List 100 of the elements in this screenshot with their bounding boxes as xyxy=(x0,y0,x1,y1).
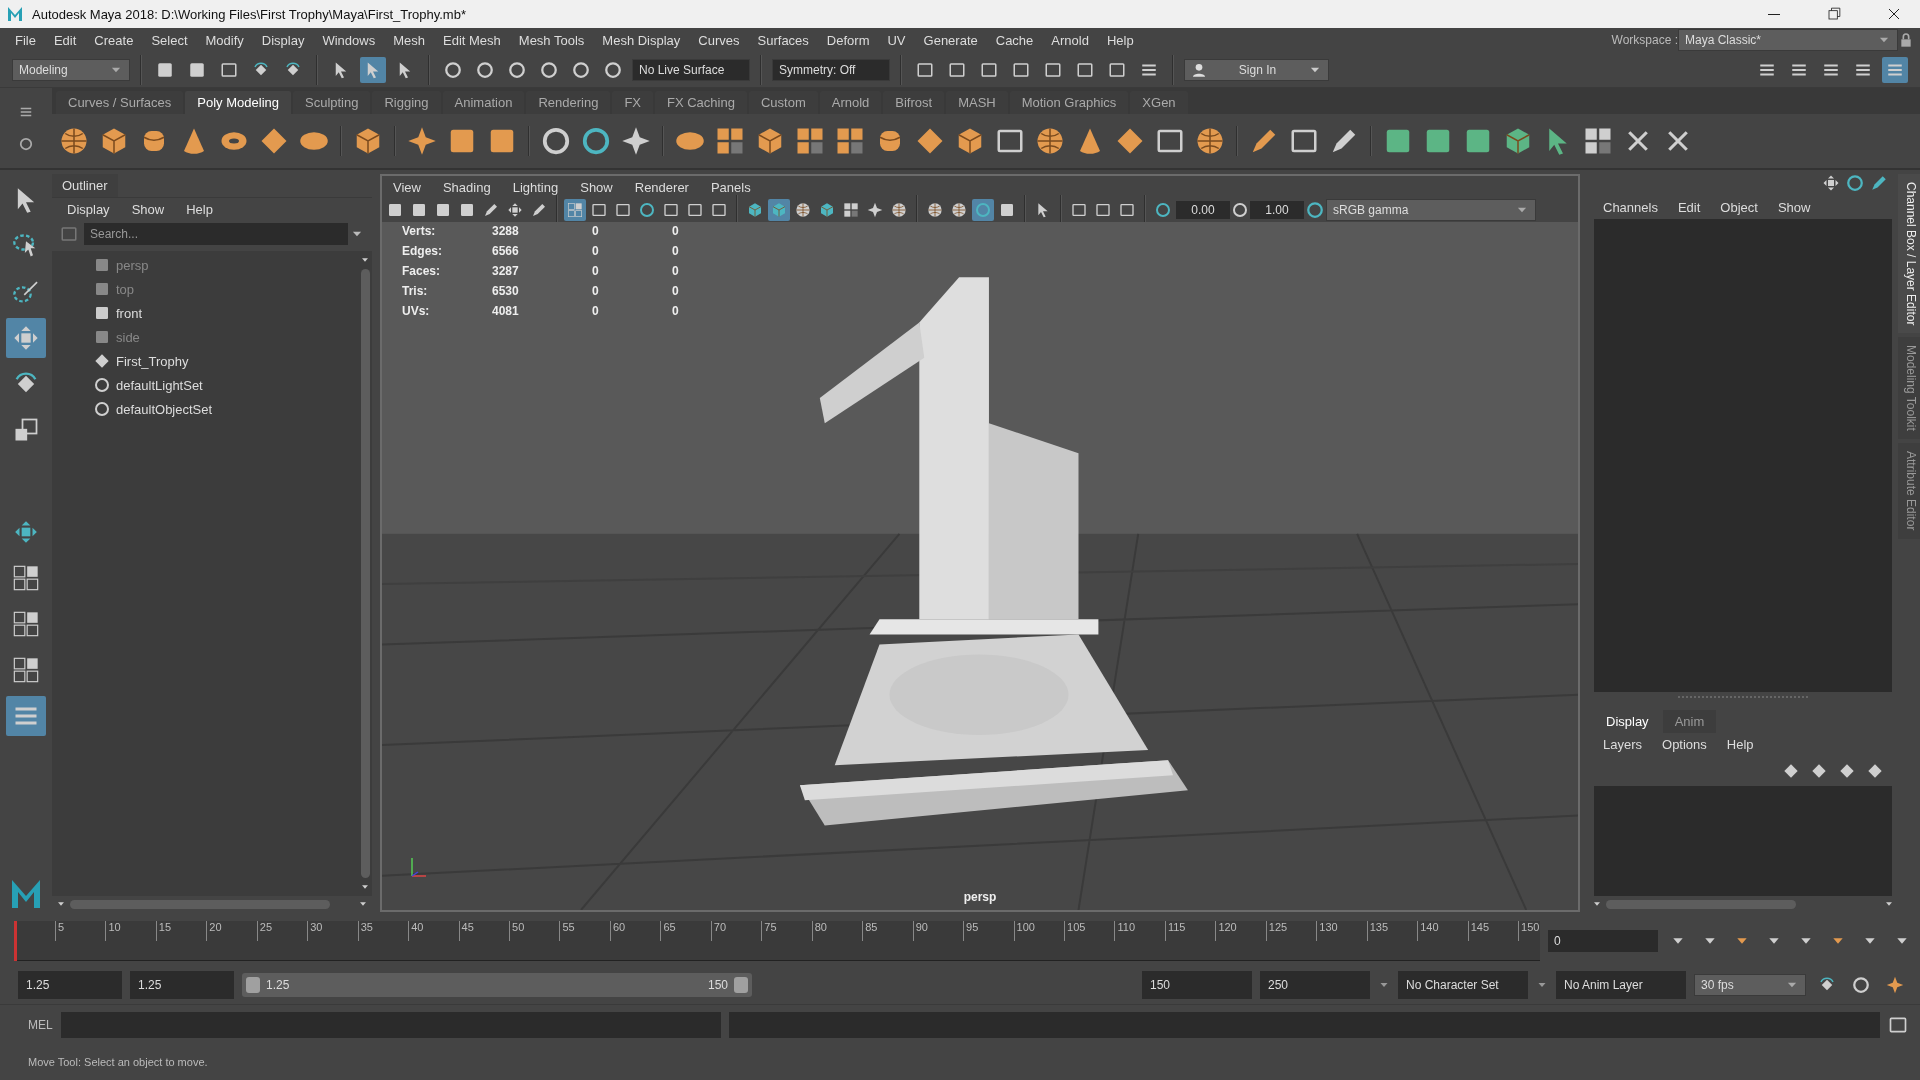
menu-item[interactable]: Show xyxy=(571,179,622,195)
menu-item[interactable]: Mesh Display xyxy=(593,32,690,48)
range-slider[interactable]: 1.25 150 xyxy=(242,973,752,997)
shelf-tab[interactable]: XGen xyxy=(1130,91,1188,114)
outliner-tab[interactable]: Outliner xyxy=(52,174,118,197)
outliner-item[interactable]: defaultLightSet xyxy=(94,373,358,397)
shelf-tab[interactable]: Poly Modeling xyxy=(185,91,291,114)
menu-item[interactable]: Edit xyxy=(44,32,86,48)
scrollbar-thumb[interactable] xyxy=(360,269,370,878)
viewport-tool-button[interactable] xyxy=(564,199,586,221)
menu-item[interactable]: Windows xyxy=(313,32,385,48)
menu-set-dropdown[interactable]: Modeling xyxy=(12,58,130,81)
shelf-tab[interactable]: Custom xyxy=(748,91,818,114)
character-set-field[interactable]: No Character Set xyxy=(1398,971,1528,999)
shelf-tab[interactable]: Animation xyxy=(442,91,525,114)
menu-item[interactable]: Lighting xyxy=(503,179,568,195)
layer-tab[interactable]: Anim xyxy=(1662,710,1717,733)
menu-item[interactable]: Options xyxy=(1653,737,1716,752)
anim-layer-field[interactable]: No Anim Layer xyxy=(1556,971,1686,999)
shelf-tab[interactable]: Bifrost xyxy=(883,91,945,114)
layout-icon xyxy=(12,656,40,684)
frame-tick: 40 xyxy=(408,921,459,941)
menu-item[interactable]: Show xyxy=(122,202,174,217)
shelf-tab[interactable]: Rigging xyxy=(372,91,441,114)
end-time-field[interactable]: 250 xyxy=(1260,971,1370,999)
shelf-tab[interactable]: Curves / Surfaces xyxy=(56,91,184,114)
fps-dropdown[interactable]: 30 fps xyxy=(1694,974,1806,996)
outliner-item[interactable]: defaultObjectSet xyxy=(94,397,358,421)
menu-item[interactable]: Cache xyxy=(986,32,1043,48)
side-tab[interactable]: Attribute Editor xyxy=(1898,443,1920,539)
menu-item[interactable]: Display xyxy=(58,202,119,217)
sign-in-button[interactable]: Sign In xyxy=(1184,58,1329,81)
menu-item[interactable]: Edit Mesh xyxy=(434,32,510,48)
hud-value: 0 xyxy=(672,224,680,238)
color-space-dropdown[interactable]: sRGB gamma xyxy=(1326,199,1536,221)
scrollbar-thumb[interactable] xyxy=(1606,899,1796,909)
menu-item[interactable]: File xyxy=(6,32,45,48)
shelf-tab[interactable]: Arnold xyxy=(819,91,882,114)
shelf-tab[interactable]: Sculpting xyxy=(293,91,371,114)
menu-item[interactable]: Help xyxy=(1097,32,1143,48)
help-line: Move Tool: Select an object to move. xyxy=(27,1055,209,1070)
shelf-tab[interactable]: FX xyxy=(612,91,653,114)
menu-item[interactable]: Object xyxy=(1711,200,1767,215)
outliner-item[interactable]: First_Trophy xyxy=(94,349,358,373)
menu-item[interactable]: Arnold xyxy=(1042,32,1098,48)
layout-icon xyxy=(12,610,40,638)
menu-item[interactable]: Surfaces xyxy=(748,32,818,48)
menu-item[interactable]: Mesh xyxy=(384,32,434,48)
menu-item[interactable]: Help xyxy=(1717,737,1763,752)
diamond-icon xyxy=(259,126,289,156)
menu-item[interactable]: Create xyxy=(85,32,143,48)
menu-item[interactable]: Show xyxy=(1768,200,1820,215)
search-field[interactable]: Search... xyxy=(84,223,348,245)
menu-item[interactable]: Deform xyxy=(817,32,879,48)
side-tab[interactable]: Channel Box / Layer Editor xyxy=(1898,174,1920,334)
menu-item[interactable]: Edit xyxy=(1668,200,1710,215)
select-mode-button[interactable] xyxy=(360,56,386,83)
hud-label: Edges: xyxy=(402,244,443,258)
menu-item[interactable]: Layers xyxy=(1594,737,1652,752)
symmetry-dropdown[interactable]: Symmetry: Off xyxy=(772,58,890,81)
workspace-dropdown[interactable]: Maya Classic* xyxy=(1678,29,1898,51)
frame-icon xyxy=(1119,202,1135,218)
person-icon xyxy=(1191,61,1207,78)
menu-item[interactable]: Panels xyxy=(701,179,760,195)
frame-tick: 60 xyxy=(609,921,661,941)
menu-item[interactable]: Select xyxy=(142,32,197,48)
menu-item[interactable]: View xyxy=(384,179,430,195)
scrollbar-thumb[interactable] xyxy=(70,899,330,909)
current-frame-field[interactable]: 0 xyxy=(1548,930,1658,952)
outliner-item[interactable]: front xyxy=(94,301,358,325)
shelf-tab[interactable]: MASH xyxy=(946,91,1008,114)
layout-icon xyxy=(12,564,40,592)
sphere-icon xyxy=(891,202,907,218)
frame-tick: 135 xyxy=(1366,921,1418,941)
live-surface-field[interactable]: No Live Surface xyxy=(632,58,750,81)
grid-icon xyxy=(567,202,583,218)
side-tab[interactable]: Modeling Toolkit xyxy=(1898,337,1920,440)
lock-icon xyxy=(1898,32,1914,48)
menu-item[interactable]: Generate xyxy=(914,32,987,48)
menu-item[interactable]: Renderer xyxy=(625,179,698,195)
shelf-tab[interactable]: Rendering xyxy=(526,91,611,114)
menu-item[interactable]: Help xyxy=(177,202,222,217)
shelf-tab[interactable]: FX Caching xyxy=(655,91,747,114)
time-slider[interactable]: 5 10 15 20 25 30 35 40 45 50 55 60 65 70 75 80 85 90 95 100 105 110 115 120 125 130 135 140 145 150 xyxy=(14,921,1540,961)
menu-item[interactable]: UV xyxy=(878,32,915,48)
start-time-field[interactable]: 1.25 xyxy=(18,971,122,999)
command-input[interactable] xyxy=(60,1011,721,1038)
menu-item[interactable]: Curves xyxy=(689,32,749,48)
menu-item[interactable]: Shading xyxy=(433,179,500,195)
gamma-field[interactable]: 1.00 xyxy=(1250,201,1304,219)
shelf-tab[interactable]: Motion Graphics xyxy=(1009,91,1129,114)
panel-toggle-button[interactable] xyxy=(1882,56,1908,83)
playback-end-field[interactable]: 150 xyxy=(1142,971,1252,999)
command-language-label[interactable]: MEL xyxy=(28,1017,53,1032)
exposure-field[interactable]: 0.00 xyxy=(1176,201,1230,219)
menu-item[interactable]: Modify xyxy=(196,32,253,48)
menu-item[interactable]: Display xyxy=(252,32,314,48)
menu-item[interactable]: Channels xyxy=(1594,200,1667,215)
menu-item[interactable]: Mesh Tools xyxy=(509,32,594,48)
playback-start-field[interactable]: 1.25 xyxy=(130,971,234,999)
